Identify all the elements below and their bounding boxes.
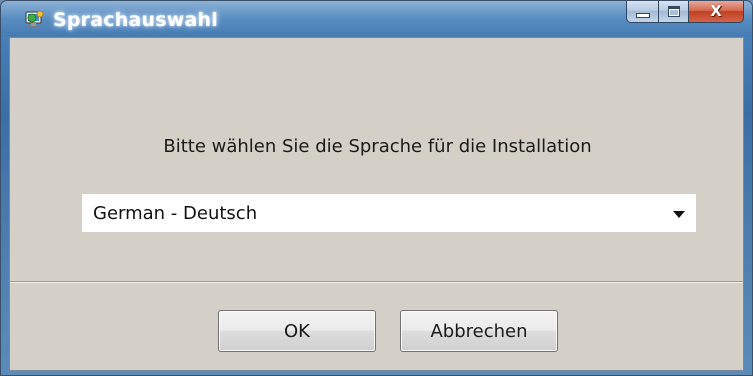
caption-buttons: X	[626, 1, 744, 25]
close-icon: X	[710, 2, 722, 20]
divider	[10, 281, 743, 283]
minimize-button[interactable]	[626, 1, 658, 23]
title-bar[interactable]: Sprachauswahl X	[1, 1, 752, 37]
minimize-icon	[635, 12, 650, 18]
close-button[interactable]: X	[689, 1, 744, 23]
maximize-button[interactable]	[658, 1, 689, 23]
dialog-window: Sprachauswahl X Bitte wählen Sie die Spr…	[0, 0, 753, 376]
cancel-button[interactable]: Abbrechen	[400, 310, 558, 352]
monitor-globe-icon	[23, 10, 45, 30]
language-select[interactable]: German - Deutsch	[82, 194, 696, 232]
chevron-down-icon[interactable]	[673, 211, 685, 218]
language-prompt: Bitte wählen Sie die Sprache für die Ins…	[163, 136, 592, 157]
maximize-icon	[667, 6, 680, 17]
ok-button[interactable]: OK	[218, 310, 376, 352]
window-title: Sprachauswahl	[53, 9, 218, 31]
dialog-body: Bitte wählen Sie die Sprache für die Ins…	[9, 37, 744, 371]
language-select-value: German - Deutsch	[93, 203, 258, 224]
